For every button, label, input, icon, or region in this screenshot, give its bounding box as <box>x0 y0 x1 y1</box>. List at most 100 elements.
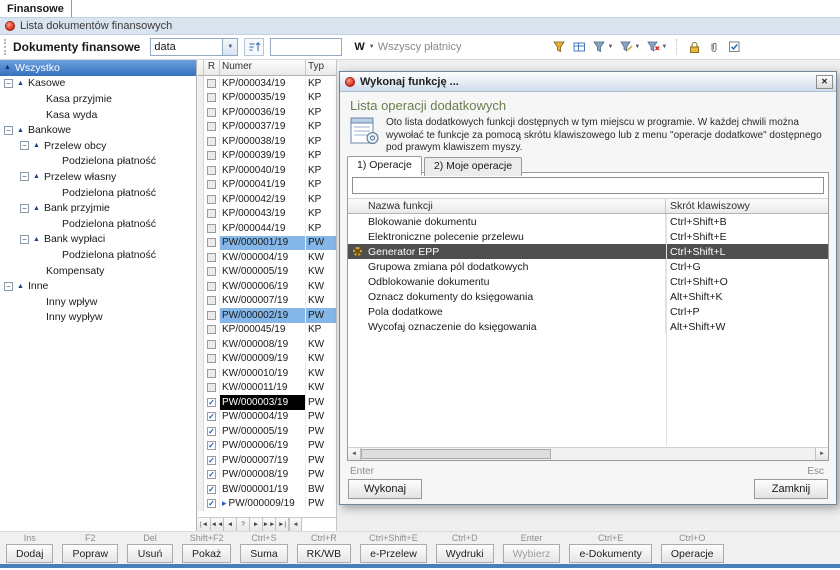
chevron-down-icon[interactable]: ▼ <box>222 39 238 55</box>
document-row[interactable]: PW/000002/19 PW <box>198 308 336 323</box>
function-col-name[interactable]: Nazwa funkcji <box>348 199 666 213</box>
document-row[interactable]: KP/000044/19 KP <box>198 221 336 236</box>
row-checkbox[interactable] <box>207 165 216 175</box>
document-row[interactable]: KW/000004/19 KW <box>198 250 336 265</box>
tree-item[interactable]: Kasa wyda <box>0 107 196 123</box>
function-row[interactable]: Grupowa zmiana pól dodatkowych Ctrl+G <box>348 259 828 274</box>
document-row[interactable]: KP/000035/19 KP <box>198 90 336 105</box>
tree-expand-icon[interactable]: − <box>20 234 29 244</box>
document-row[interactable]: KW/000010/19 KW <box>198 366 336 381</box>
chevron-down-icon[interactable]: ▼ <box>369 44 375 50</box>
function-col-shortcut[interactable]: Skrót klawiszowy <box>666 199 828 213</box>
document-row[interactable]: KP/000037/19 KP <box>198 119 336 134</box>
document-row[interactable]: ✓ BW/000001/19 BW <box>198 482 336 497</box>
document-row[interactable]: KP/000041/19 KP <box>198 177 336 192</box>
tree-expand-icon[interactable]: − <box>4 281 13 291</box>
row-checkbox[interactable] <box>207 281 216 291</box>
scrollbar-thumb[interactable] <box>361 449 551 459</box>
grid-col-numer[interactable]: Numer <box>220 60 306 75</box>
tree-item[interactable]: Kasa przyjmie <box>0 91 196 107</box>
row-checkbox[interactable]: ✓ <box>207 397 216 407</box>
action-button[interactable]: Dodaj <box>6 544 54 563</box>
filter-edit-icon[interactable]: ▼ <box>620 41 640 53</box>
scroll-left-icon[interactable]: ◄ <box>289 518 302 531</box>
row-checkbox[interactable] <box>207 383 216 393</box>
document-row[interactable]: KP/000036/19 KP <box>198 105 336 120</box>
document-row[interactable]: KP/000045/19 KP <box>198 322 336 337</box>
tree-item[interactable]: ▲ Wszystko <box>0 60 196 76</box>
document-row[interactable]: KW/000011/19 KW <box>198 380 336 395</box>
tree-item[interactable]: − ▲ Inne <box>0 278 196 294</box>
row-checkbox[interactable] <box>207 296 216 306</box>
action-button[interactable]: e-Przelew <box>360 544 427 563</box>
pager-button[interactable]: ►| <box>276 518 289 531</box>
row-checkbox[interactable] <box>207 136 216 146</box>
row-checkbox[interactable] <box>207 310 216 320</box>
toolbar-grip[interactable] <box>4 39 8 55</box>
tree-item[interactable]: Podzielona płatność <box>0 247 196 263</box>
tree-item[interactable]: − ▲ Kasowe <box>0 76 196 92</box>
document-row[interactable]: ✓ PW/000006/19 PW <box>198 438 336 453</box>
document-row[interactable]: KP/000038/19 KP <box>198 134 336 149</box>
action-button[interactable]: e-Dokumenty <box>569 544 652 563</box>
row-checkbox[interactable]: ✓ <box>207 484 216 494</box>
function-row[interactable]: Generator EPP Ctrl+Shift+L <box>348 244 828 259</box>
filter-list-icon[interactable]: ▼ <box>593 41 613 53</box>
pager-button[interactable]: ? <box>237 518 250 531</box>
payer-filter-combo[interactable]: Wszyscy płatnicy <box>378 41 462 53</box>
tree-item[interactable]: Podzielona płatność <box>0 185 196 201</box>
row-checkbox[interactable]: ✓ <box>207 470 216 480</box>
grid-hscrollbar[interactable] <box>302 518 336 531</box>
select-check-icon[interactable] <box>728 41 741 53</box>
filter-icon[interactable] <box>553 41 566 53</box>
document-row[interactable]: KP/000040/19 KP <box>198 163 336 178</box>
row-checkbox[interactable] <box>207 223 216 233</box>
close-button[interactable]: Zamknij <box>754 479 828 499</box>
row-checkbox[interactable] <box>207 368 216 378</box>
action-button[interactable]: Usuń <box>127 544 174 563</box>
row-checkbox[interactable] <box>207 78 216 88</box>
tree-expand-icon[interactable]: − <box>20 172 29 182</box>
aggregate-icon[interactable] <box>573 41 586 53</box>
tree-expand-icon[interactable]: − <box>4 125 13 135</box>
tree-item[interactable]: − ▲ Przelew obcy <box>0 138 196 154</box>
row-checkbox[interactable] <box>207 238 216 248</box>
row-checkbox[interactable] <box>207 354 216 364</box>
date-filter-combo[interactable]: data ▼ <box>150 38 239 56</box>
function-row[interactable]: Wycofaj oznaczenie do księgowania Alt+Shi… <box>348 319 828 334</box>
row-checkbox[interactable]: ✓ <box>207 455 216 465</box>
row-checkbox[interactable] <box>207 93 216 103</box>
document-row[interactable]: KP/000043/19 KP <box>198 206 336 221</box>
tree-item[interactable]: − ▲ Przelew własny <box>0 169 196 185</box>
tree-item[interactable]: − ▲ Bank przyjmie <box>0 200 196 216</box>
row-checkbox[interactable] <box>207 151 216 161</box>
action-button[interactable]: Pokaż <box>182 544 232 563</box>
function-row[interactable]: Blokowanie dokumentu Ctrl+Shift+B <box>348 214 828 229</box>
attachment-icon[interactable] <box>708 41 721 53</box>
dialog-tab[interactable]: 1) Operacje <box>347 156 422 175</box>
action-button[interactable]: Wydruki <box>435 544 494 563</box>
action-button[interactable]: Popraw <box>62 544 119 563</box>
document-row[interactable]: ✓ PW/000005/19 PW <box>198 424 336 439</box>
execute-button[interactable]: Wykonaj <box>348 479 422 499</box>
dialog-titlebar[interactable]: Wykonaj funkcję ... ✕ <box>340 72 836 92</box>
row-checkbox[interactable]: ✓ <box>207 426 216 436</box>
pager-button[interactable]: ◄ <box>224 518 237 531</box>
action-button[interactable]: Wybierz <box>502 544 561 563</box>
dialog-tab[interactable]: 2) Moje operacje <box>423 157 523 176</box>
tree-item[interactable]: − ▲ Bankowe <box>0 122 196 138</box>
tree-item[interactable]: Kompensaty <box>0 263 196 279</box>
row-checkbox[interactable] <box>207 122 216 132</box>
document-row[interactable]: KW/000006/19 KW <box>198 279 336 294</box>
tree-expand-icon[interactable]: − <box>4 78 13 88</box>
tree-item[interactable]: Inny wypływ <box>0 310 196 326</box>
document-row[interactable]: KW/000005/19 KW <box>198 264 336 279</box>
row-checkbox[interactable] <box>207 107 216 117</box>
function-row[interactable]: Oznacz dokumenty do księgowania Alt+Shift… <box>348 289 828 304</box>
pager-button[interactable]: ◄◄ <box>211 518 224 531</box>
tab-finansowe[interactable]: Finansowe <box>0 0 72 17</box>
action-button[interactable]: RK/WB <box>296 544 352 563</box>
pager-button[interactable]: ►► <box>263 518 276 531</box>
function-filter-input[interactable] <box>352 177 824 194</box>
chevron-down-icon[interactable]: ▼ <box>661 44 667 50</box>
